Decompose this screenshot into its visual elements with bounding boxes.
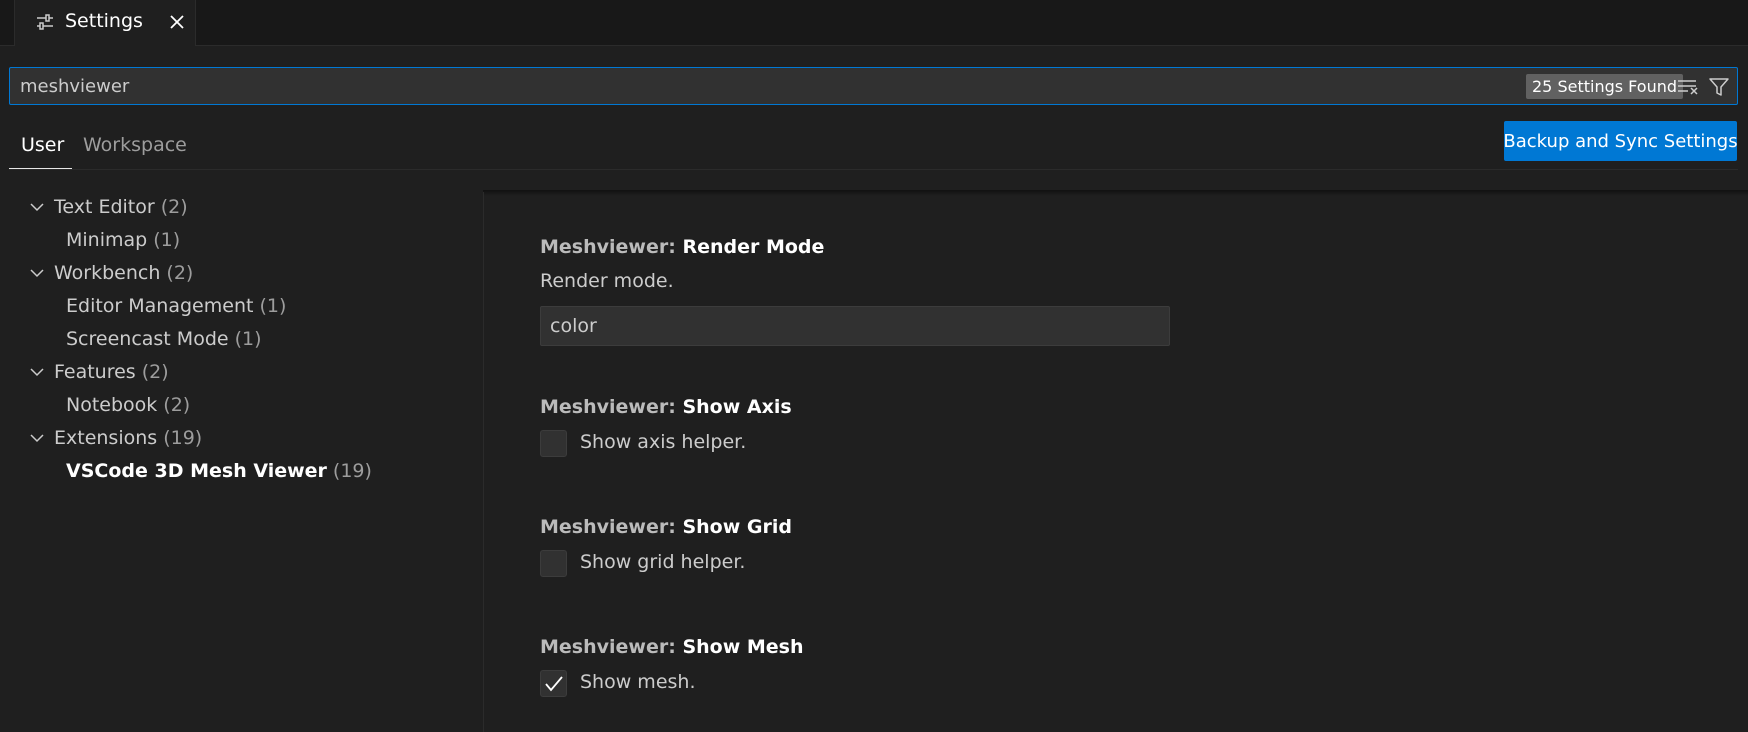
checkmark-icon <box>545 676 563 692</box>
results-count-badge: 25 Settings Found <box>1526 74 1684 99</box>
checkbox-label: Show axis helper. <box>580 431 747 453</box>
settings-tab[interactable]: Settings <box>14 0 196 46</box>
show-axis-checkbox[interactable] <box>540 430 567 457</box>
backup-sync-button[interactable]: Backup and Sync Settings <box>1503 121 1738 161</box>
setting-render-mode: Meshviewer: Render Mode Render mode. col… <box>540 236 1690 346</box>
settings-sliders-icon <box>37 14 53 30</box>
tab-workspace[interactable]: Workspace <box>83 134 187 156</box>
toc-item-extensions[interactable]: Extensions (19) <box>0 421 483 454</box>
setting-show-grid: Meshviewer: Show Grid Show grid helper. <box>540 516 1690 578</box>
setting-title: Meshviewer: Render Mode <box>540 236 825 258</box>
editor-tab-bar: Settings <box>0 0 1748 46</box>
checkbox-label: Show grid helper. <box>580 551 746 573</box>
setting-show-axis: Meshviewer: Show Axis Show axis helper. <box>540 396 1690 458</box>
close-icon[interactable] <box>165 10 189 34</box>
toc-item-text-editor[interactable]: Text Editor (2) <box>0 190 483 223</box>
header-divider <box>9 169 1738 170</box>
toc-item-features[interactable]: Features (2) <box>0 355 483 388</box>
chevron-down-icon <box>30 368 44 377</box>
toc-item-notebook[interactable]: Notebook (2) <box>0 388 483 421</box>
setting-title: Meshviewer: Show Axis <box>540 396 792 418</box>
checkbox-label: Show mesh. <box>580 671 696 693</box>
toc-item-mesh-viewer[interactable]: VSCode 3D Mesh Viewer (19) <box>0 454 483 487</box>
chevron-down-icon <box>30 434 44 443</box>
clear-filter-icon[interactable] <box>1676 75 1700 99</box>
chevron-down-icon <box>30 269 44 278</box>
toc-item-workbench[interactable]: Workbench (2) <box>0 256 483 289</box>
render-mode-select[interactable]: color <box>540 306 1170 346</box>
settings-search-box: 25 Settings Found <box>9 67 1738 105</box>
setting-title: Meshviewer: Show Grid <box>540 516 792 538</box>
setting-show-mesh: Meshviewer: Show Mesh Show mesh. <box>540 636 1690 698</box>
tab-title: Settings <box>65 10 143 32</box>
show-mesh-checkbox[interactable] <box>540 670 567 697</box>
scroll-shadow <box>483 190 1748 196</box>
setting-title: Meshviewer: Show Mesh <box>540 636 804 658</box>
filter-icon[interactable] <box>1707 75 1731 99</box>
toc-item-screencast-mode[interactable]: Screencast Mode (1) <box>0 322 483 355</box>
tab-user[interactable]: User <box>21 134 64 156</box>
setting-description: Render mode. <box>540 270 674 292</box>
chevron-down-icon <box>30 203 44 212</box>
toc-item-minimap[interactable]: Minimap (1) <box>0 223 483 256</box>
toc-item-editor-management[interactable]: Editor Management (1) <box>0 289 483 322</box>
settings-search-input[interactable] <box>20 68 1520 104</box>
panel-divider <box>483 192 484 732</box>
show-grid-checkbox[interactable] <box>540 550 567 577</box>
